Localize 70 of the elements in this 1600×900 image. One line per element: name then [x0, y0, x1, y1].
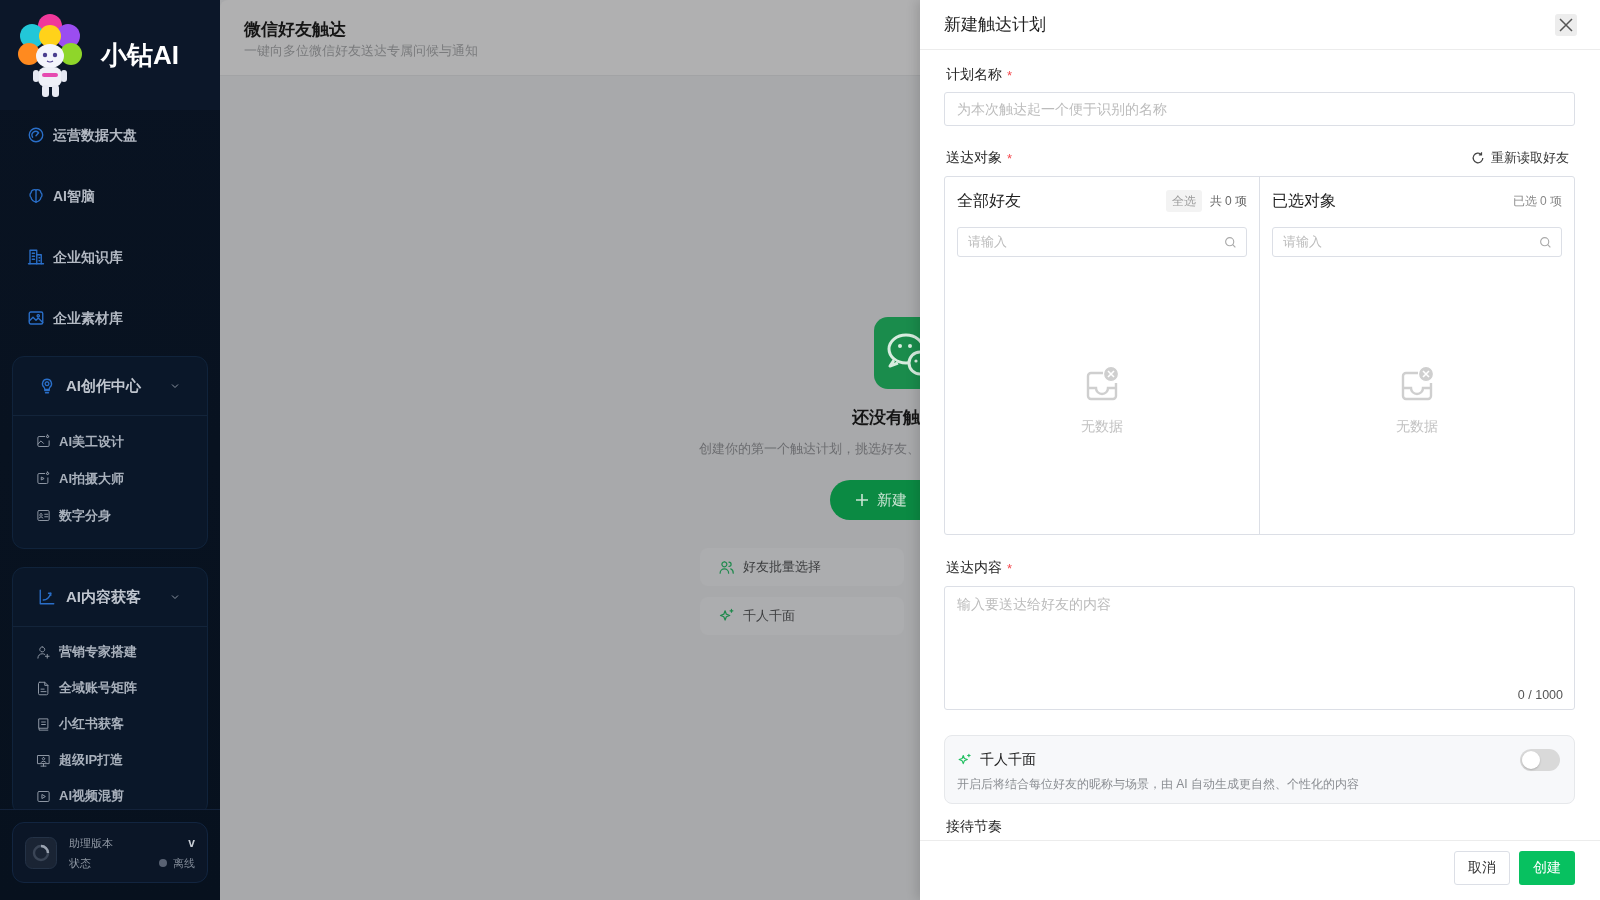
user-plus-icon	[36, 644, 51, 660]
list-title: 已选对象	[1272, 190, 1336, 211]
refresh-link[interactable]: 重新读取好友	[1471, 149, 1569, 167]
empty-text: 无数据	[1081, 417, 1123, 436]
count-text: 共 0 项	[1209, 192, 1247, 210]
nav-subitem[interactable]: 全域账号矩阵	[36, 670, 137, 706]
book-icon	[36, 716, 51, 732]
field-label: 送达内容	[946, 559, 1002, 577]
page-title: 微信好友触达	[244, 19, 346, 41]
version-label: 助理版本	[69, 835, 113, 851]
cancel-button[interactable]: 取消	[1454, 851, 1510, 885]
field-label: 送达对象	[946, 149, 1002, 167]
section-label: 接待节奏	[946, 818, 1002, 836]
spinner-icon	[25, 836, 57, 869]
required-mark: *	[1007, 67, 1013, 83]
nav-subitem[interactable]: AI视频混剪	[36, 778, 124, 809]
nav-item[interactable]: 企业素材库	[12, 293, 123, 354]
monitor-user-icon	[36, 752, 51, 768]
document-icon	[36, 680, 51, 696]
required-mark: *	[1007, 150, 1013, 166]
nav-item[interactable]: 运营数据大盘	[12, 110, 137, 171]
toggle-switch[interactable]	[1520, 749, 1560, 771]
search-field[interactable]: 请输入	[957, 227, 1247, 257]
nav-subitem[interactable]: 超级IP打造	[36, 742, 124, 778]
empty-inbox-icon	[1084, 365, 1120, 402]
nav-subitem[interactable]: AI拍摄大师	[36, 460, 124, 497]
chat-bubbles-icon	[874, 317, 920, 389]
users-icon	[718, 558, 735, 576]
feature-label: 好友批量选择	[743, 558, 821, 576]
personalize-title: 千人千面	[980, 751, 1037, 769]
brand-name: 小钻AI	[101, 40, 179, 70]
video-icon	[36, 788, 51, 804]
list-title: 全部好友	[957, 190, 1021, 211]
feature-label: 千人千面	[743, 607, 795, 625]
field-label: 计划名称	[946, 66, 1002, 84]
personalize-description: 开启后将结合每位好友的昵称与场景，由 AI 自动生成更自然、个性化的内容	[957, 776, 1360, 793]
required-mark: *	[1007, 560, 1013, 576]
close-button[interactable]	[1555, 13, 1577, 36]
close-icon	[1559, 17, 1573, 32]
plan-name-input[interactable]: 为本次触达起一个便于识别的名称	[944, 92, 1575, 126]
play-sparkle-icon	[36, 471, 51, 486]
nav-group-header[interactable]: AI创作中心	[13, 357, 207, 416]
search-field[interactable]: 请输入	[1272, 227, 1562, 257]
empty-title: 还没有触	[852, 407, 920, 429]
search-icon	[1539, 235, 1552, 249]
empty-text: 无数据	[1396, 417, 1438, 436]
status-text: 离线	[173, 855, 195, 871]
picture-sparkle-icon	[36, 434, 51, 449]
plus-icon	[856, 494, 868, 506]
nav-subitem[interactable]: AI美工设计	[36, 423, 124, 460]
nav-subitem[interactable]: 小红书获客	[36, 706, 124, 742]
gauge-icon	[27, 126, 45, 144]
chart-up-icon	[38, 588, 56, 606]
version-text: v	[188, 834, 195, 851]
nav-group-header[interactable]: AI内容获客	[13, 568, 207, 627]
building-icon	[27, 248, 45, 266]
nav-subitem[interactable]: 营销专家搭建	[36, 634, 137, 670]
search-icon	[1224, 235, 1237, 249]
count-text: 已选 0 项	[1512, 192, 1562, 210]
drawer-title: 新建触达计划	[944, 14, 1046, 36]
empty-inbox-icon	[1399, 365, 1435, 402]
nav-item[interactable]: AI智脑	[12, 171, 95, 232]
status-label: 状态	[69, 855, 91, 871]
brain-icon	[27, 187, 45, 205]
picture-icon	[27, 309, 45, 327]
nav-item[interactable]: 企业知识库	[12, 232, 123, 293]
refresh-icon	[1471, 151, 1485, 165]
id-card-icon	[36, 508, 51, 523]
char-counter: 0 / 1000	[1517, 687, 1563, 703]
nav-subitem[interactable]: 数字分身	[36, 497, 111, 534]
